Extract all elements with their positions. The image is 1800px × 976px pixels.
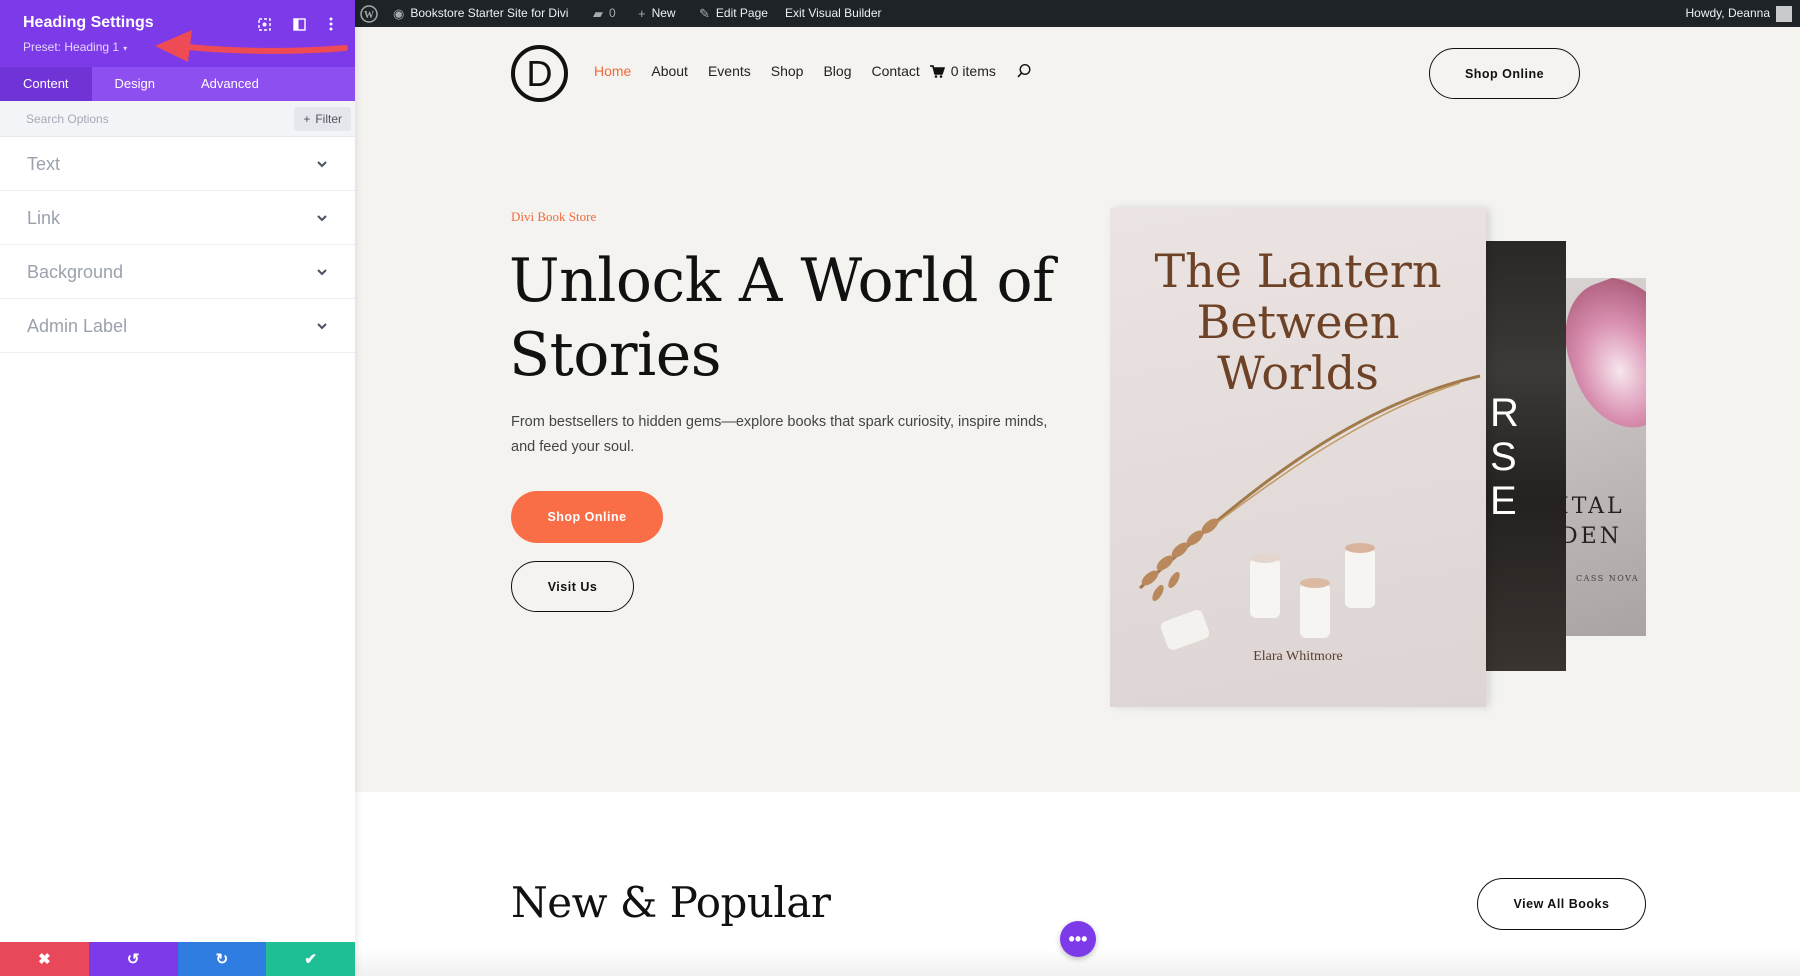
avatar [1776,6,1792,22]
book3-title-line1: ITAL [1560,494,1625,519]
panel-title: Heading Settings [23,14,154,32]
panel-header: Heading Settings Preset: Heading 1 ▾ [0,0,355,67]
section-label: Link [27,208,60,229]
book-cover-2[interactable]: R S E [1478,241,1566,671]
book-cover-3[interactable]: ITAL DEN CASS NOVA [1560,278,1646,636]
builder-menu-button[interactable]: ••• [1060,921,1096,957]
book3-title-line2: DEN [1560,524,1622,549]
caret-down-icon: ▾ [123,44,127,53]
cart-link[interactable]: 0 items [930,63,996,79]
plus-icon: + [638,0,646,27]
book-cover-main[interactable]: The Lantern Between Worlds Elara Whitmor… [1110,208,1486,707]
undo-icon: ↺ [127,950,140,968]
cart-count: 0 items [951,63,996,79]
new-link[interactable]: + New [638,0,676,27]
exit-visual-builder-link[interactable]: Exit Visual Builder [785,0,882,27]
wp-admin-bar: W ◉ Bookstore Starter Site for Divi ▰ 0 … [355,0,1800,27]
chevron-down-icon [315,265,329,279]
nav-about[interactable]: About [651,63,688,79]
chevron-down-icon [315,319,329,333]
site-name: Bookstore Starter Site for Divi [410,0,568,27]
section-title[interactable]: New & Popular [511,878,830,927]
book1-author: Elara Whitmore [1110,649,1486,665]
hero-shop-online-button[interactable]: Shop Online [511,491,663,543]
filter-button[interactable]: + Filter [294,107,351,131]
filter-label: Filter [315,107,342,131]
nav-shop[interactable]: Shop [771,63,804,79]
chevron-down-icon [315,211,329,225]
undo-button[interactable]: ↺ [89,942,178,976]
nav-contact[interactable]: Contact [872,63,920,79]
visit-us-button[interactable]: Visit Us [511,561,634,612]
hero-eyebrow: Divi Book Store [511,209,596,225]
chevron-down-icon [315,157,329,171]
hero-title[interactable]: Unlock A World of Stories [509,244,1069,392]
section-background[interactable]: Background [0,245,355,299]
pencil-icon: ✎ [699,0,710,27]
panel-action-bar: ✖ ↺ ↻ ✔ [0,942,355,976]
section-label: Admin Label [27,316,127,337]
nav-blog[interactable]: Blog [823,63,851,79]
preset-label: Preset: Heading 1 [23,40,119,54]
options-accordion: Text Link Background Admin Label [0,137,355,353]
section-label: Background [27,262,123,283]
close-icon: ✖ [38,950,51,968]
section-label: Text [27,154,60,175]
flower-illustration [1560,278,1646,442]
redo-button[interactable]: ↻ [178,942,267,976]
comments-link[interactable]: ▰ 0 [593,0,616,27]
comment-icon: ▰ [593,0,603,27]
dashboard-icon: ◉ [393,0,404,27]
edit-label: Edit Page [716,0,768,27]
user-menu[interactable]: Howdy, Deanna [1686,0,1793,27]
svg-text:W: W [364,10,374,21]
tab-design[interactable]: Design [92,67,178,101]
site-logo[interactable]: D [511,45,568,102]
main-nav: Home About Events Shop Blog Contact 0 it… [594,63,1032,79]
exit-label: Exit Visual Builder [785,0,882,27]
wordpress-logo-icon[interactable]: W [360,0,378,27]
checkmark-icon: ✔ [304,950,317,968]
tab-advanced[interactable]: Advanced [178,67,282,101]
edit-page-link[interactable]: ✎ Edit Page [699,0,768,27]
panel-tabs: Content Design Advanced [0,67,355,101]
header-shop-online-button[interactable]: Shop Online [1429,48,1580,99]
greeting: Howdy, Deanna [1686,0,1771,27]
redo-icon: ↻ [216,950,229,968]
book1-title: The Lantern Between Worlds [1110,246,1486,399]
book3-author: CASS NOVA [1576,574,1639,583]
annotation-arrow-icon [150,22,350,68]
search-options-input[interactable] [14,107,284,131]
search-row: + Filter [0,101,355,137]
nav-events[interactable]: Events [708,63,751,79]
settings-panel: Heading Settings Preset: Heading 1 ▾ Cont… [0,0,355,976]
section-text[interactable]: Text [0,137,355,191]
nav-home[interactable]: Home [594,63,631,79]
section-link[interactable]: Link [0,191,355,245]
save-button[interactable]: ✔ [266,942,355,976]
hero-text: From bestsellers to hidden gems—explore … [511,410,1061,460]
site-name-link[interactable]: ◉ Bookstore Starter Site for Divi [393,0,568,27]
search-icon[interactable] [1016,63,1032,79]
view-all-books-button[interactable]: View All Books [1477,878,1646,930]
plus-icon: + [303,107,310,131]
tab-content[interactable]: Content [0,67,92,101]
new-label: New [652,0,676,27]
more-horizontal-icon: ••• [1069,929,1088,950]
preset-dropdown[interactable]: Preset: Heading 1 ▾ [23,40,127,54]
section-admin-label[interactable]: Admin Label [0,299,355,353]
cancel-button[interactable]: ✖ [0,942,89,976]
book2-title: R S E [1490,391,1530,523]
cart-icon [930,65,945,78]
logo-letter: D [527,53,553,95]
comments-count: 0 [609,0,616,27]
